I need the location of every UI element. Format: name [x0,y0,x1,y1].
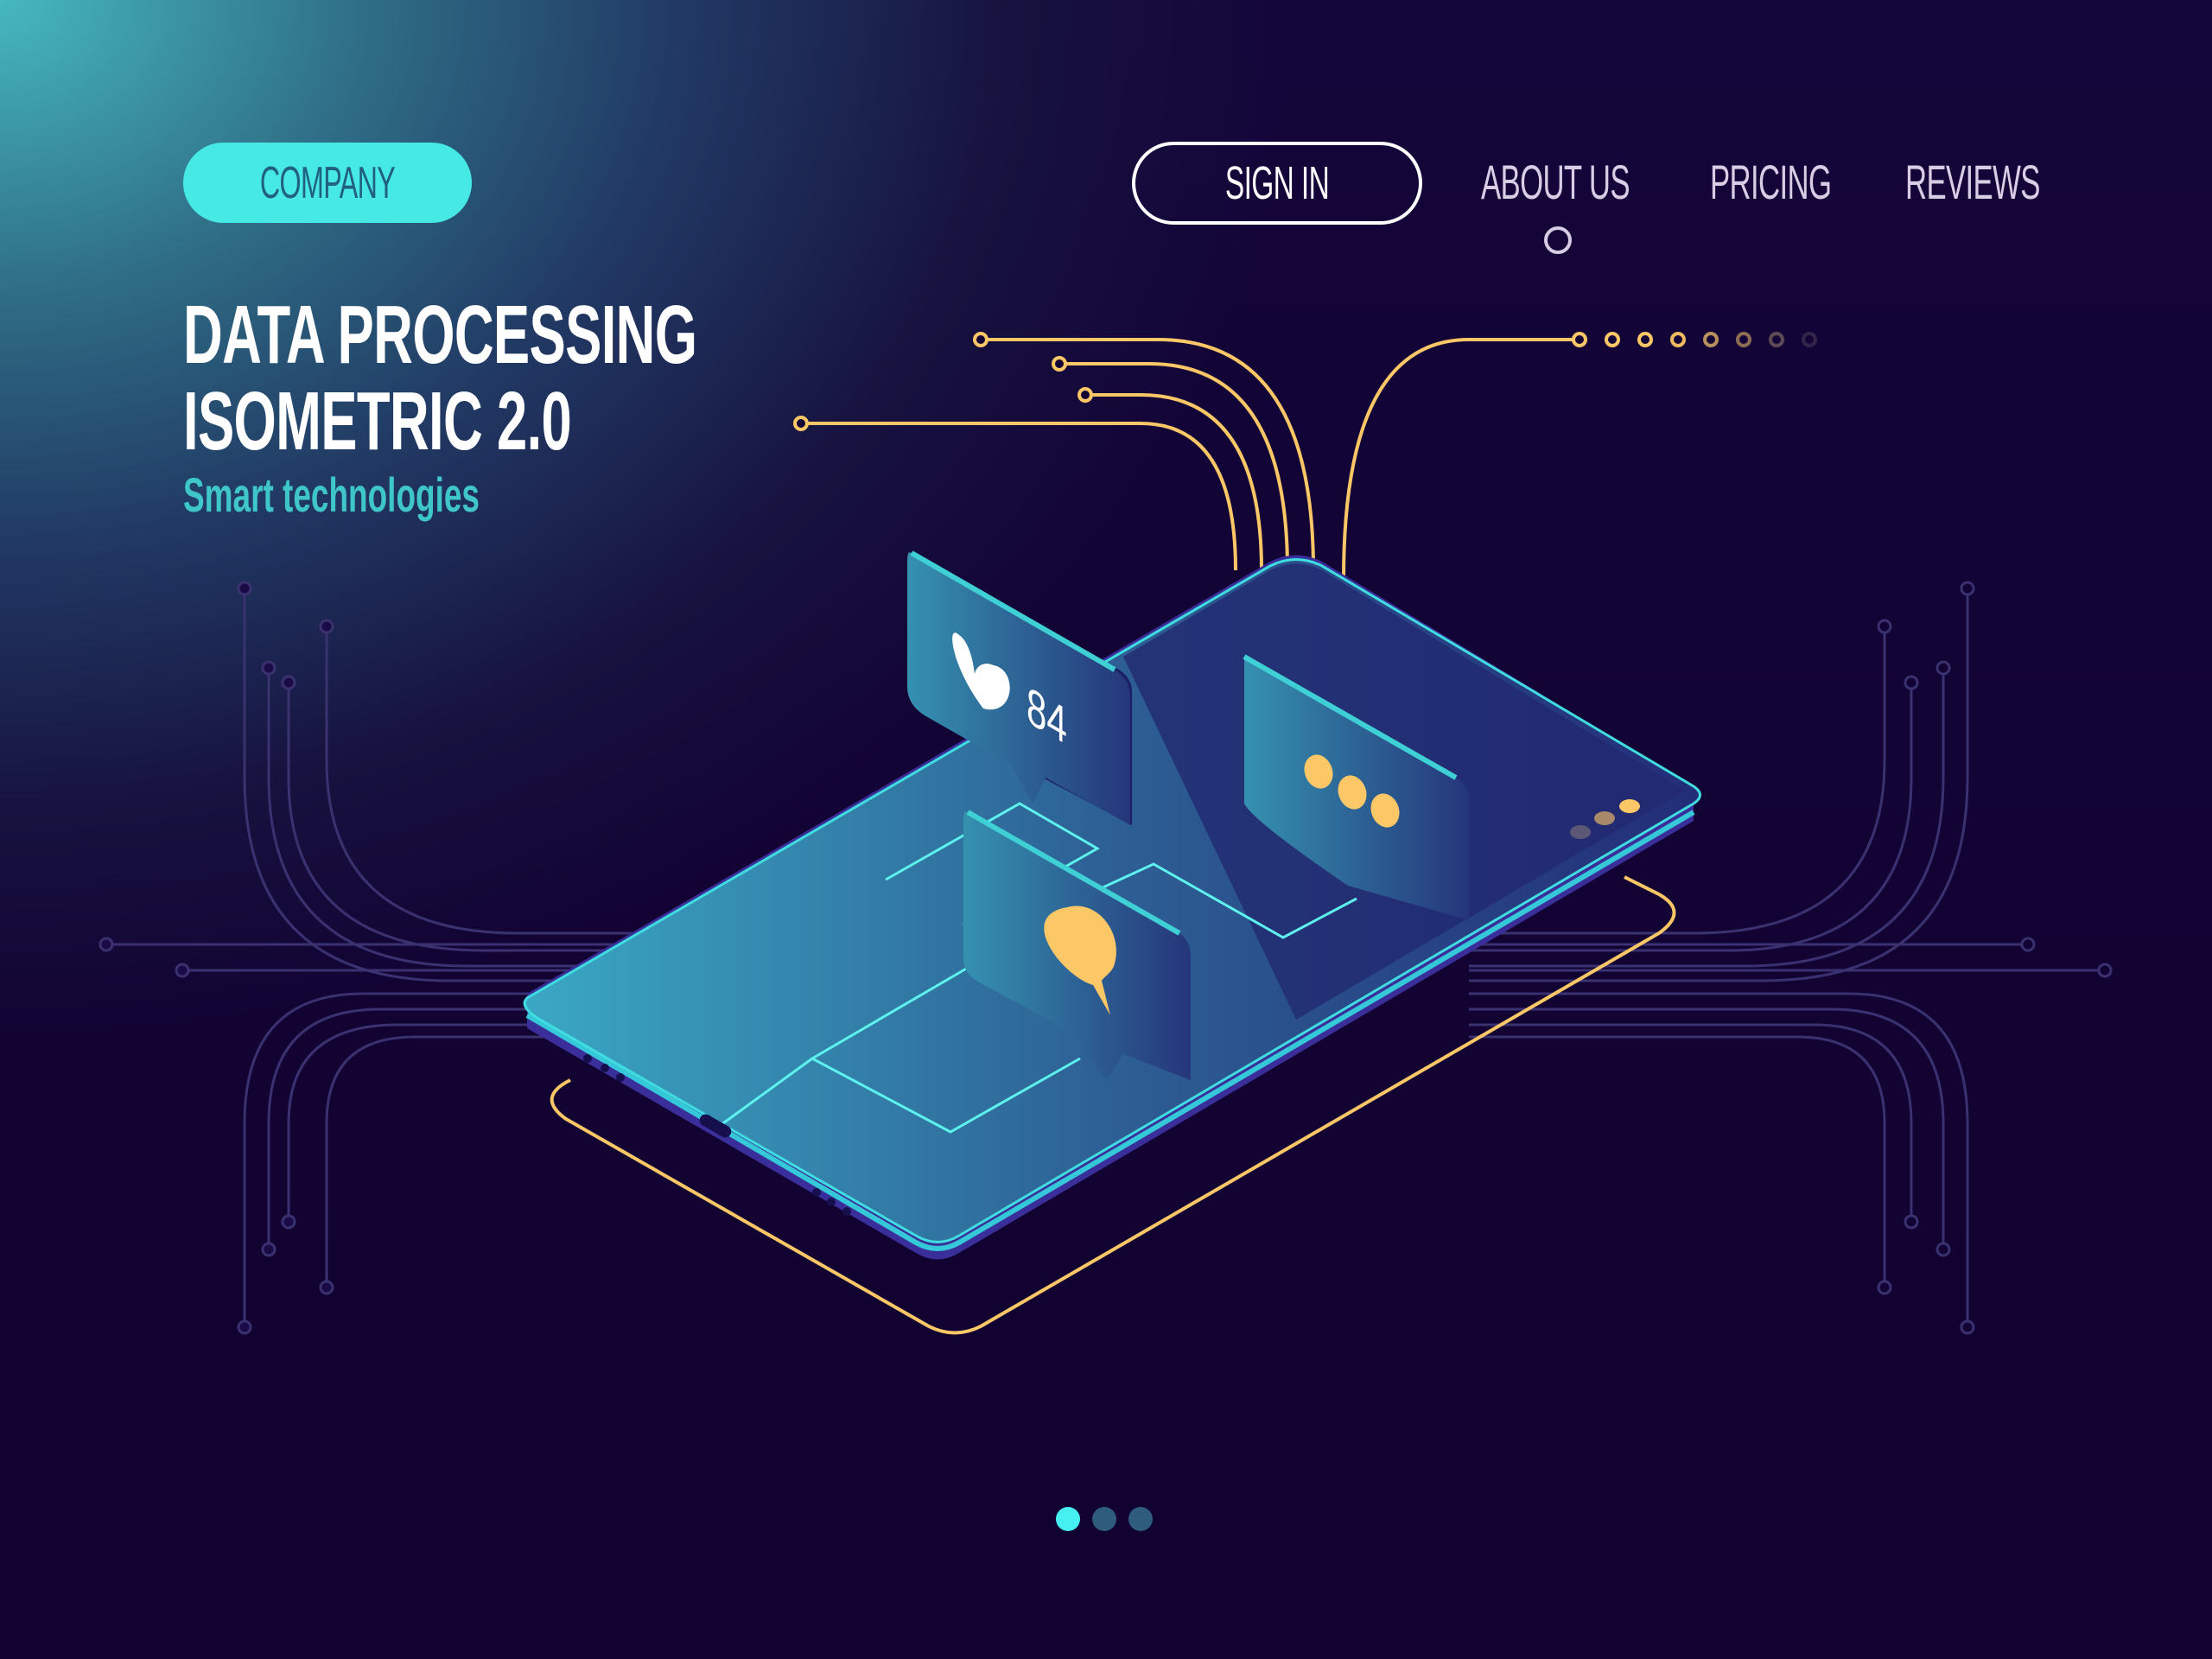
sign-in-button[interactable]: SIGN IN [1132,142,1422,225]
nav-about-us[interactable]: ABOUT US [1481,147,1720,216]
carousel-dot-3[interactable] [1128,1507,1153,1531]
carousel-dot-1[interactable] [1056,1507,1080,1531]
hero-subtitle: Smart technologies [183,467,480,522]
circuit-nodes-left [99,581,334,1335]
nav-reviews[interactable]: REVIEWS [1905,147,2122,216]
carousel-pagination [1056,1507,1153,1531]
carousel-dot-2[interactable] [1092,1507,1116,1531]
nav-reviews-label: REVIEWS [1905,154,2040,209]
circuit-lines-right [1469,588,2105,1327]
nav-pricing-label: PRICING [1710,154,1832,209]
company-logo-button[interactable]: COMPANY [183,143,472,223]
active-indicator-icon [1544,226,1572,254]
hero-title: DATA PROCESSING ISOMETRIC 2.0 [183,292,962,465]
nav-pricing[interactable]: PRICING [1710,147,1905,216]
nav-about-us-label: ABOUT US [1481,154,1630,209]
hero-title-line1: DATA PROCESSING [183,289,697,381]
hero-title-line2: ISOMETRIC 2.0 [183,375,572,467]
circuit-nodes-right [1877,581,2113,1335]
gold-dot-trail [1605,332,1817,347]
sign-in-label: SIGN IN [1224,157,1330,209]
isometric-illustration [99,332,2113,1335]
company-label: COMPANY [259,157,396,208]
